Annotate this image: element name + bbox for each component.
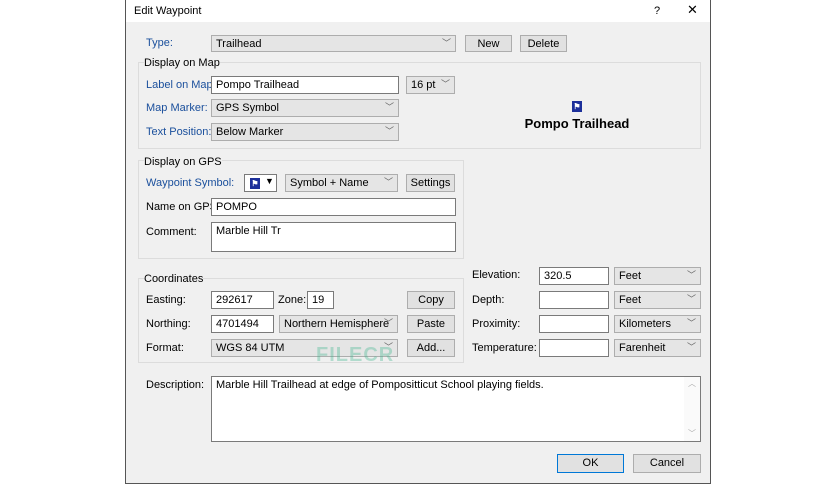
- temperature-unit-combo[interactable]: Farenheit ﹀: [614, 339, 701, 357]
- display-on-gps-heading: Display on GPS: [144, 155, 222, 169]
- zone-input[interactable]: 19: [307, 291, 334, 309]
- font-size-value: 16 pt: [411, 79, 436, 91]
- map-label-preview: Pompo Trailhead: [524, 116, 630, 131]
- ok-button[interactable]: OK: [557, 454, 624, 473]
- chevron-down-icon: ﹀: [441, 38, 451, 48]
- new-button[interactable]: New: [465, 35, 512, 52]
- settings-button[interactable]: Settings: [406, 174, 455, 192]
- title-bar: Edit Waypoint ? ✕: [126, 0, 710, 22]
- edit-waypoint-dialog: Edit Waypoint ? ✕ Type: Trailhead ﹀ New D…: [125, 0, 711, 484]
- elevation-unit-value: Feet: [619, 270, 642, 282]
- chevron-down-icon: ﹀: [384, 126, 394, 136]
- format-value: WGS 84 UTM: [216, 342, 285, 354]
- proximity-unit-value: Kilometers: [619, 318, 671, 330]
- name-on-gps-input[interactable]: POMPO: [211, 198, 456, 216]
- map-marker-label: Map Marker:: [146, 102, 208, 114]
- elevation-label: Elevation:: [472, 269, 521, 281]
- type-combo[interactable]: Trailhead ﹀: [211, 35, 456, 52]
- depth-unit-value: Feet: [619, 294, 642, 306]
- easting-input[interactable]: 292617: [211, 291, 274, 309]
- text-position-label: Text Position:: [146, 126, 212, 138]
- type-value: Trailhead: [216, 38, 262, 50]
- chevron-down-icon: ﹀: [686, 342, 696, 352]
- chevron-down-icon: ﹀: [686, 294, 696, 304]
- description-value: Marble Hill Trailhead at edge of Pomposi…: [216, 379, 544, 391]
- coordinates-heading: Coordinates: [144, 272, 204, 286]
- elevation-input[interactable]: 320.5: [539, 267, 609, 285]
- comment-label: Comment:: [146, 226, 197, 238]
- zone-label: Zone:: [278, 294, 307, 306]
- format-label: Format:: [146, 342, 184, 354]
- delete-button[interactable]: Delete: [520, 35, 567, 52]
- copy-button[interactable]: Copy: [407, 291, 455, 309]
- proximity-unit-combo[interactable]: Kilometers ﹀: [614, 315, 701, 333]
- map-marker-combo[interactable]: GPS Symbol ﹀: [211, 99, 399, 117]
- type-label: Type:: [146, 37, 173, 49]
- display-on-map-heading: Display on Map: [144, 56, 220, 70]
- text-position-value: Below Marker: [216, 126, 284, 138]
- window-title: Edit Waypoint: [134, 5, 202, 17]
- chevron-down-icon: ﹀: [383, 318, 393, 328]
- paste-button[interactable]: Paste: [407, 315, 455, 333]
- elevation-unit-combo[interactable]: Feet ﹀: [614, 267, 701, 285]
- gps-display-mode-value: Symbol + Name: [290, 177, 369, 189]
- description-input[interactable]: Marble Hill Trailhead at edge of Pomposi…: [211, 376, 701, 442]
- waypoint-symbol-picker[interactable]: ⚑ ▼: [244, 174, 277, 192]
- proximity-label: Proximity:: [472, 318, 521, 330]
- name-on-gps-label: Name on GPS:: [146, 201, 220, 213]
- chevron-down-icon: ﹀: [686, 270, 696, 280]
- label-on-map-label: Label on Map:: [146, 79, 216, 91]
- depth-unit-combo[interactable]: Feet ﹀: [614, 291, 701, 309]
- chevron-down-icon: ﹀: [383, 177, 393, 187]
- trailhead-symbol-icon: ⚑: [250, 178, 260, 189]
- chevron-down-icon: ﹀: [440, 79, 450, 89]
- hemisphere-value: Northern Hemisphere: [284, 318, 390, 330]
- font-size-combo[interactable]: 16 pt ﹀: [406, 76, 455, 94]
- northing-label: Northing:: [146, 318, 191, 330]
- proximity-input[interactable]: [539, 315, 609, 333]
- depth-label: Depth:: [472, 294, 505, 306]
- text-position-combo[interactable]: Below Marker ﹀: [211, 123, 399, 141]
- map-marker-value: GPS Symbol: [216, 102, 279, 114]
- temperature-label: Temperature:: [472, 342, 537, 354]
- waypoint-symbol-label: Waypoint Symbol:: [146, 177, 235, 189]
- watermark: FILECR: [316, 344, 395, 366]
- dropdown-arrow-icon: ▼: [265, 176, 274, 186]
- gps-display-mode-combo[interactable]: Symbol + Name ﹀: [285, 174, 398, 192]
- comment-input[interactable]: Marble Hill Tr: [211, 222, 456, 252]
- trailhead-symbol-icon: ⚑: [572, 101, 582, 112]
- northing-input[interactable]: 4701494: [211, 315, 274, 333]
- chevron-down-icon: ﹀: [686, 318, 696, 328]
- temperature-unit-value: Farenheit: [619, 342, 666, 354]
- cancel-button[interactable]: Cancel: [633, 454, 701, 473]
- depth-input[interactable]: [539, 291, 609, 309]
- close-button[interactable]: ✕: [687, 3, 698, 17]
- scroll-down-icon[interactable]: ﹀: [688, 428, 696, 440]
- hemisphere-combo[interactable]: Northern Hemisphere ﹀: [279, 315, 398, 333]
- help-button[interactable]: ?: [654, 4, 660, 18]
- chevron-down-icon: ﹀: [384, 102, 394, 112]
- description-label: Description:: [146, 379, 205, 391]
- add-button[interactable]: Add...: [407, 339, 455, 357]
- description-scrollbar[interactable]: ︿ ﹀: [684, 377, 700, 441]
- label-on-map-input[interactable]: Pompo Trailhead: [211, 76, 399, 94]
- scroll-up-icon[interactable]: ︿: [688, 378, 696, 390]
- easting-label: Easting:: [146, 294, 186, 306]
- temperature-input[interactable]: [539, 339, 609, 357]
